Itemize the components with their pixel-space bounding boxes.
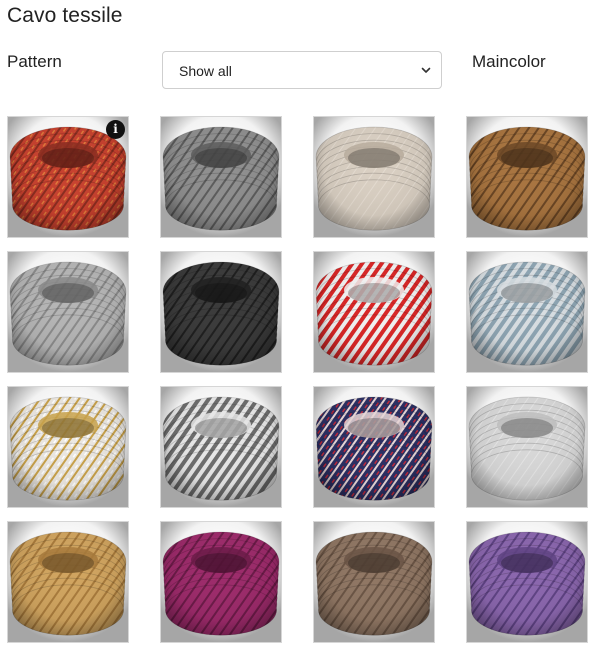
cable-coil-image	[467, 387, 587, 507]
product-grid: i	[7, 116, 588, 643]
cable-coil-image	[467, 117, 587, 237]
info-icon[interactable]: i	[106, 120, 125, 139]
product-tile[interactable]	[466, 116, 588, 238]
cable-coil-image	[8, 522, 128, 642]
chevron-down-icon	[421, 67, 431, 73]
cable-coil-image	[467, 522, 587, 642]
cable-coil-image	[161, 522, 281, 642]
product-tile[interactable]	[7, 386, 129, 508]
product-tile[interactable]	[313, 521, 435, 643]
product-tile[interactable]	[7, 521, 129, 643]
cable-coil-image	[314, 117, 434, 237]
cable-coil-image	[314, 387, 434, 507]
cable-coil-image	[8, 252, 128, 372]
pattern-filter-label: Pattern	[7, 52, 62, 71]
cable-coil-image	[161, 252, 281, 372]
product-tile[interactable]	[313, 386, 435, 508]
product-tile[interactable]	[7, 251, 129, 373]
cable-coil-image	[314, 522, 434, 642]
product-tile[interactable]	[466, 521, 588, 643]
pattern-select-value: Show all	[179, 63, 232, 79]
cable-coil-image	[161, 117, 281, 237]
product-tile[interactable]	[313, 251, 435, 373]
maincolor-filter-label: Maincolor	[472, 52, 546, 71]
page-title: Cavo tessile	[7, 4, 123, 27]
cable-coil-image	[161, 387, 281, 507]
product-tile[interactable]	[466, 251, 588, 373]
cable-coil-image	[467, 252, 587, 372]
product-tile[interactable]	[313, 116, 435, 238]
product-tile[interactable]	[160, 251, 282, 373]
cable-coil-image	[314, 252, 434, 372]
cable-coil-image	[8, 387, 128, 507]
product-tile[interactable]	[466, 386, 588, 508]
product-tile[interactable]	[160, 116, 282, 238]
product-tile[interactable]	[160, 521, 282, 643]
pattern-select[interactable]: Show all	[162, 51, 442, 89]
product-tile[interactable]	[160, 386, 282, 508]
product-tile[interactable]: i	[7, 116, 129, 238]
